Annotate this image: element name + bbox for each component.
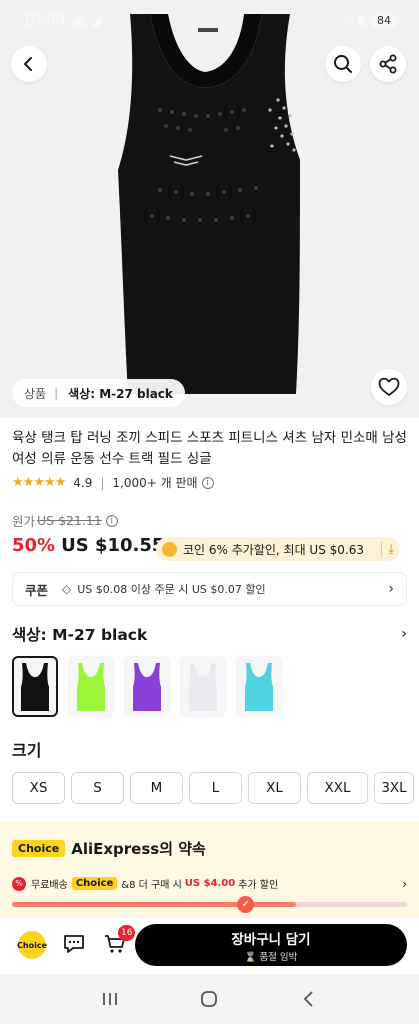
info-icon[interactable]: i	[201, 476, 214, 489]
status-time: 10:09	[22, 11, 66, 29]
chevron-left-icon	[24, 57, 32, 71]
color-swatch-cyan[interactable]	[236, 656, 282, 717]
search-icon	[334, 55, 352, 73]
bottom-action-bar: Choice 16 장바구니 담기 ⌛ 품절 임박	[0, 918, 419, 974]
size-option-l[interactable]: L	[189, 772, 242, 804]
hourglass-icon: ⌛	[244, 951, 260, 963]
battery-indicator: 84	[371, 12, 397, 28]
discount-percent: 50%	[12, 535, 56, 556]
variant-chip-color: 색상: M-27 black	[68, 386, 173, 401]
original-price-value: US $21.11	[37, 513, 102, 528]
info-icon[interactable]: i	[105, 514, 118, 527]
variant-chip-prefix: 상품	[24, 386, 47, 401]
share-button[interactable]	[370, 46, 406, 82]
size-option-xl[interactable]: XL	[248, 772, 301, 804]
star-rating-icon: ★★★★★	[12, 475, 66, 490]
size-option-m[interactable]: M	[130, 772, 183, 804]
rating-row[interactable]: ★★★★★ 4.9 | 1,000+ 개 판매 i	[12, 474, 214, 491]
coin-offer-text: 코인 6% 추가할인, 최대 US $0.63	[183, 542, 364, 557]
color-swatch-black[interactable]	[12, 656, 58, 717]
chevron-right-icon: ›	[388, 581, 394, 597]
back-arrow-icon	[303, 991, 313, 1007]
tank-top-thumbnail	[21, 662, 49, 711]
promise-title-row: Choice AliExpress의 약속	[12, 838, 206, 859]
tank-top-thumbnail	[189, 662, 217, 711]
rating-value: 4.9	[73, 475, 93, 490]
status-bar: 10:09 ▣ ◢ ◠ ▮ 84	[0, 0, 419, 40]
tank-top-thumbnail	[245, 662, 273, 711]
tag-icon: ◇	[62, 582, 72, 596]
shipping-amount: US $4.00	[184, 878, 236, 889]
chat-icon	[64, 935, 84, 953]
product-title: 육상 탱크 탑 러닝 조끼 스피드 스포츠 피트니스 셔츠 남자 민소매 남성 …	[12, 430, 407, 467]
wishlist-button[interactable]	[371, 369, 407, 405]
color-heading: 색상: M-27 black	[12, 626, 148, 644]
price-row: 50% US $10.55	[12, 535, 164, 556]
add-to-cart-button[interactable]: 장바구니 담기 ⌛ 품절 임박	[135, 924, 407, 966]
system-nav-bar	[0, 974, 419, 1024]
size-options: XS S M L XL XXL 3XL	[12, 772, 419, 804]
recent-apps-button[interactable]	[90, 979, 130, 1019]
tank-top-thumbnail	[133, 662, 161, 711]
heart-icon	[378, 377, 400, 396]
recents-icon	[102, 993, 117, 1005]
size-option-s[interactable]: S	[71, 772, 124, 804]
choice-store-label: Choice	[17, 940, 47, 950]
share-icon	[379, 54, 397, 74]
add-to-cart-label: 장바구니 담기	[231, 931, 311, 948]
original-price-label: 원가	[12, 514, 36, 529]
back-button[interactable]	[11, 46, 47, 82]
home-icon	[201, 991, 218, 1007]
coin-icon	[162, 541, 177, 557]
chevron-right-icon: ›	[402, 876, 407, 891]
home-button[interactable]	[189, 979, 229, 1019]
cart-count-badge: 16	[118, 925, 136, 941]
tank-top-thumbnail	[77, 662, 105, 711]
divider: |	[54, 386, 59, 400]
coupon-row[interactable]: 쿠폰 ◇ US $0.08 이상 주문 시 US $0.07 할인 ›	[12, 572, 407, 606]
variant-chip[interactable]: 상품 | 색상: M-27 black	[12, 379, 185, 407]
search-button[interactable]	[325, 46, 361, 82]
wifi-icon: ◠	[340, 12, 352, 28]
promise-title: AliExpress의 약속	[71, 840, 206, 858]
size-option-xs[interactable]: XS	[12, 772, 65, 804]
system-back-button[interactable]	[289, 979, 329, 1019]
shipping-progress-bar: ✓	[12, 896, 407, 913]
choice-badge: Choice	[12, 840, 66, 857]
size-option-xxl[interactable]: XXL	[307, 772, 368, 804]
color-swatch-purple[interactable]	[124, 656, 170, 717]
download-icon[interactable]: ⤓	[381, 541, 394, 557]
choice-badge: Choice	[71, 877, 118, 890]
coin-discount-pill[interactable]: 코인 6% 추가할인, 최대 US $0.63 ⤓	[156, 537, 400, 561]
low-stock-text: 품절 임박	[259, 951, 298, 963]
coupon-label: 쿠폰	[25, 582, 49, 598]
original-price: 원가 US $21.11 i	[12, 511, 118, 530]
divider: |	[100, 475, 105, 490]
size-option-3xl[interactable]: 3XL	[374, 772, 414, 804]
shipping-prefix: 무료배송	[31, 880, 68, 891]
sold-count: 1,000+ 개 판매	[112, 476, 198, 490]
color-swatch-lime[interactable]	[68, 656, 114, 717]
notification-icons: ▣ ◢	[71, 11, 102, 29]
shipping-mid: &8 더 구매 시	[121, 880, 182, 891]
choice-store-button[interactable]: Choice	[17, 931, 47, 959]
color-swatch-white[interactable]	[180, 656, 226, 717]
chat-button[interactable]	[62, 932, 86, 956]
coupon-text: US $0.08 이상 주문 시 US $0.07 할인	[77, 583, 266, 596]
check-icon: ✓	[237, 896, 255, 913]
aliexpress-promise[interactable]: Choice AliExpress의 약속 % 무료배송 Choice &8 더…	[0, 822, 419, 918]
shipping-suffix: 추가 할인	[238, 880, 279, 891]
size-heading: 크기	[12, 741, 42, 760]
signal-icon: ▮	[357, 12, 365, 28]
percent-icon: %	[12, 876, 26, 891]
color-swatches	[12, 656, 282, 717]
chevron-right-icon: ›	[401, 626, 407, 642]
shipping-offer-row[interactable]: % 무료배송 Choice &8 더 구매 시 US $4.00 추가 할인 ›	[12, 876, 407, 891]
low-stock-note: ⌛ 품절 임박	[245, 949, 298, 963]
color-section-header[interactable]: 색상: M-27 black ›	[12, 623, 407, 645]
sale-price: US $10.55	[61, 535, 165, 556]
